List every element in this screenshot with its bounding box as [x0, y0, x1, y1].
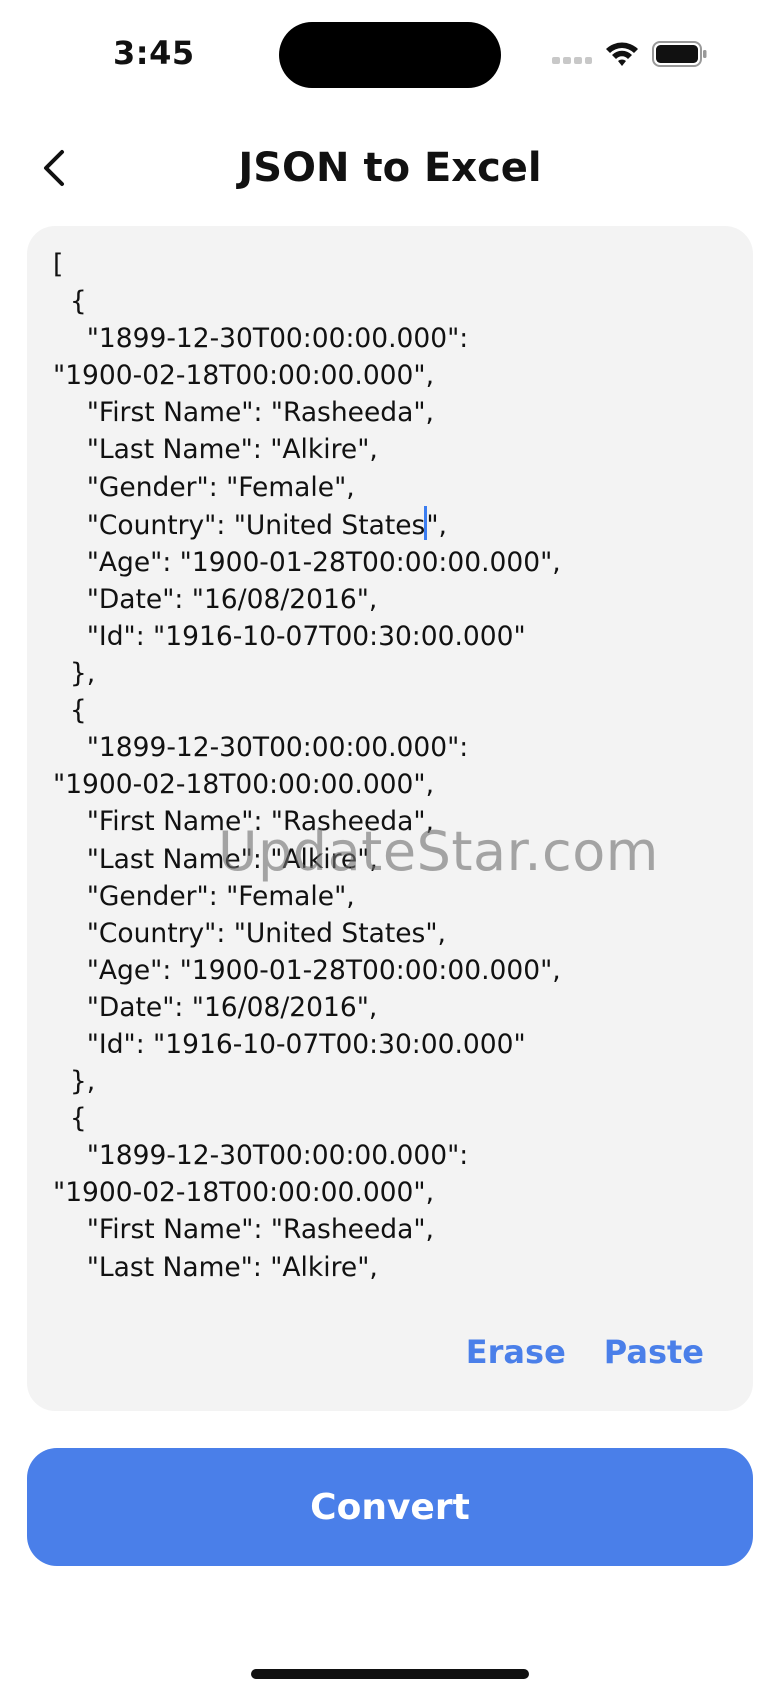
- dynamic-island: [279, 22, 501, 88]
- erase-button[interactable]: Erase: [466, 1333, 566, 1371]
- status-bar: 3:45: [0, 0, 780, 110]
- json-text-before-caret: [ { "1899-12-30T00:00:00.000": "1900-02-…: [53, 249, 469, 541]
- cellular-signal-icon: [552, 57, 592, 64]
- editor-actions: Erase Paste: [466, 1333, 704, 1371]
- status-time: 3:45: [113, 34, 195, 72]
- page-title: JSON to Excel: [238, 145, 542, 191]
- paste-button[interactable]: Paste: [604, 1333, 704, 1371]
- json-text-area[interactable]: [ { "1899-12-30T00:00:00.000": "1900-02-…: [53, 246, 733, 1296]
- battery-icon: [652, 41, 707, 67]
- json-editor[interactable]: [ { "1899-12-30T00:00:00.000": "1900-02-…: [27, 226, 753, 1411]
- wifi-icon: [606, 42, 638, 66]
- home-indicator[interactable]: [251, 1669, 529, 1679]
- convert-button[interactable]: Convert: [27, 1448, 753, 1566]
- convert-label: Convert: [310, 1486, 470, 1528]
- json-text-after-caret: ", "Age": "1900-01-28T00:00:00.000", "Da…: [53, 509, 561, 1283]
